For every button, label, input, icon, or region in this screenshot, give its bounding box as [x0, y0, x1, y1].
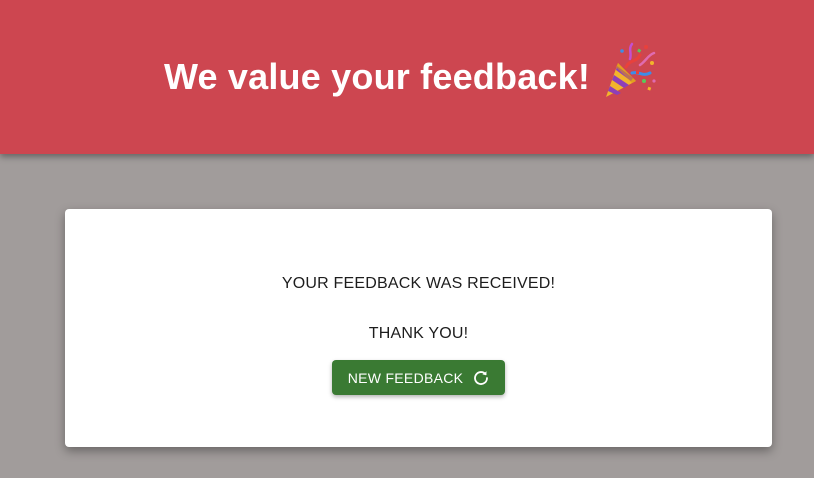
party-popper-icon	[596, 41, 658, 103]
thank-you-message: THANK YOU!	[368, 325, 469, 342]
header-title-row: We value your feedback!	[163, 42, 658, 103]
feedback-received-message: YOUR FEEDBACK WAS RECEIVED!	[281, 275, 556, 292]
new-feedback-button[interactable]: NEW FEEDBACK	[332, 360, 505, 395]
page-title: We value your feedback!	[163, 56, 591, 97]
new-feedback-button-label: NEW FEEDBACK	[347, 369, 464, 386]
page-header: We value your feedback!	[0, 0, 814, 154]
refresh-icon	[473, 370, 489, 386]
feedback-received-card: YOUR FEEDBACK WAS RECEIVED! THANK YOU! N…	[65, 209, 772, 447]
